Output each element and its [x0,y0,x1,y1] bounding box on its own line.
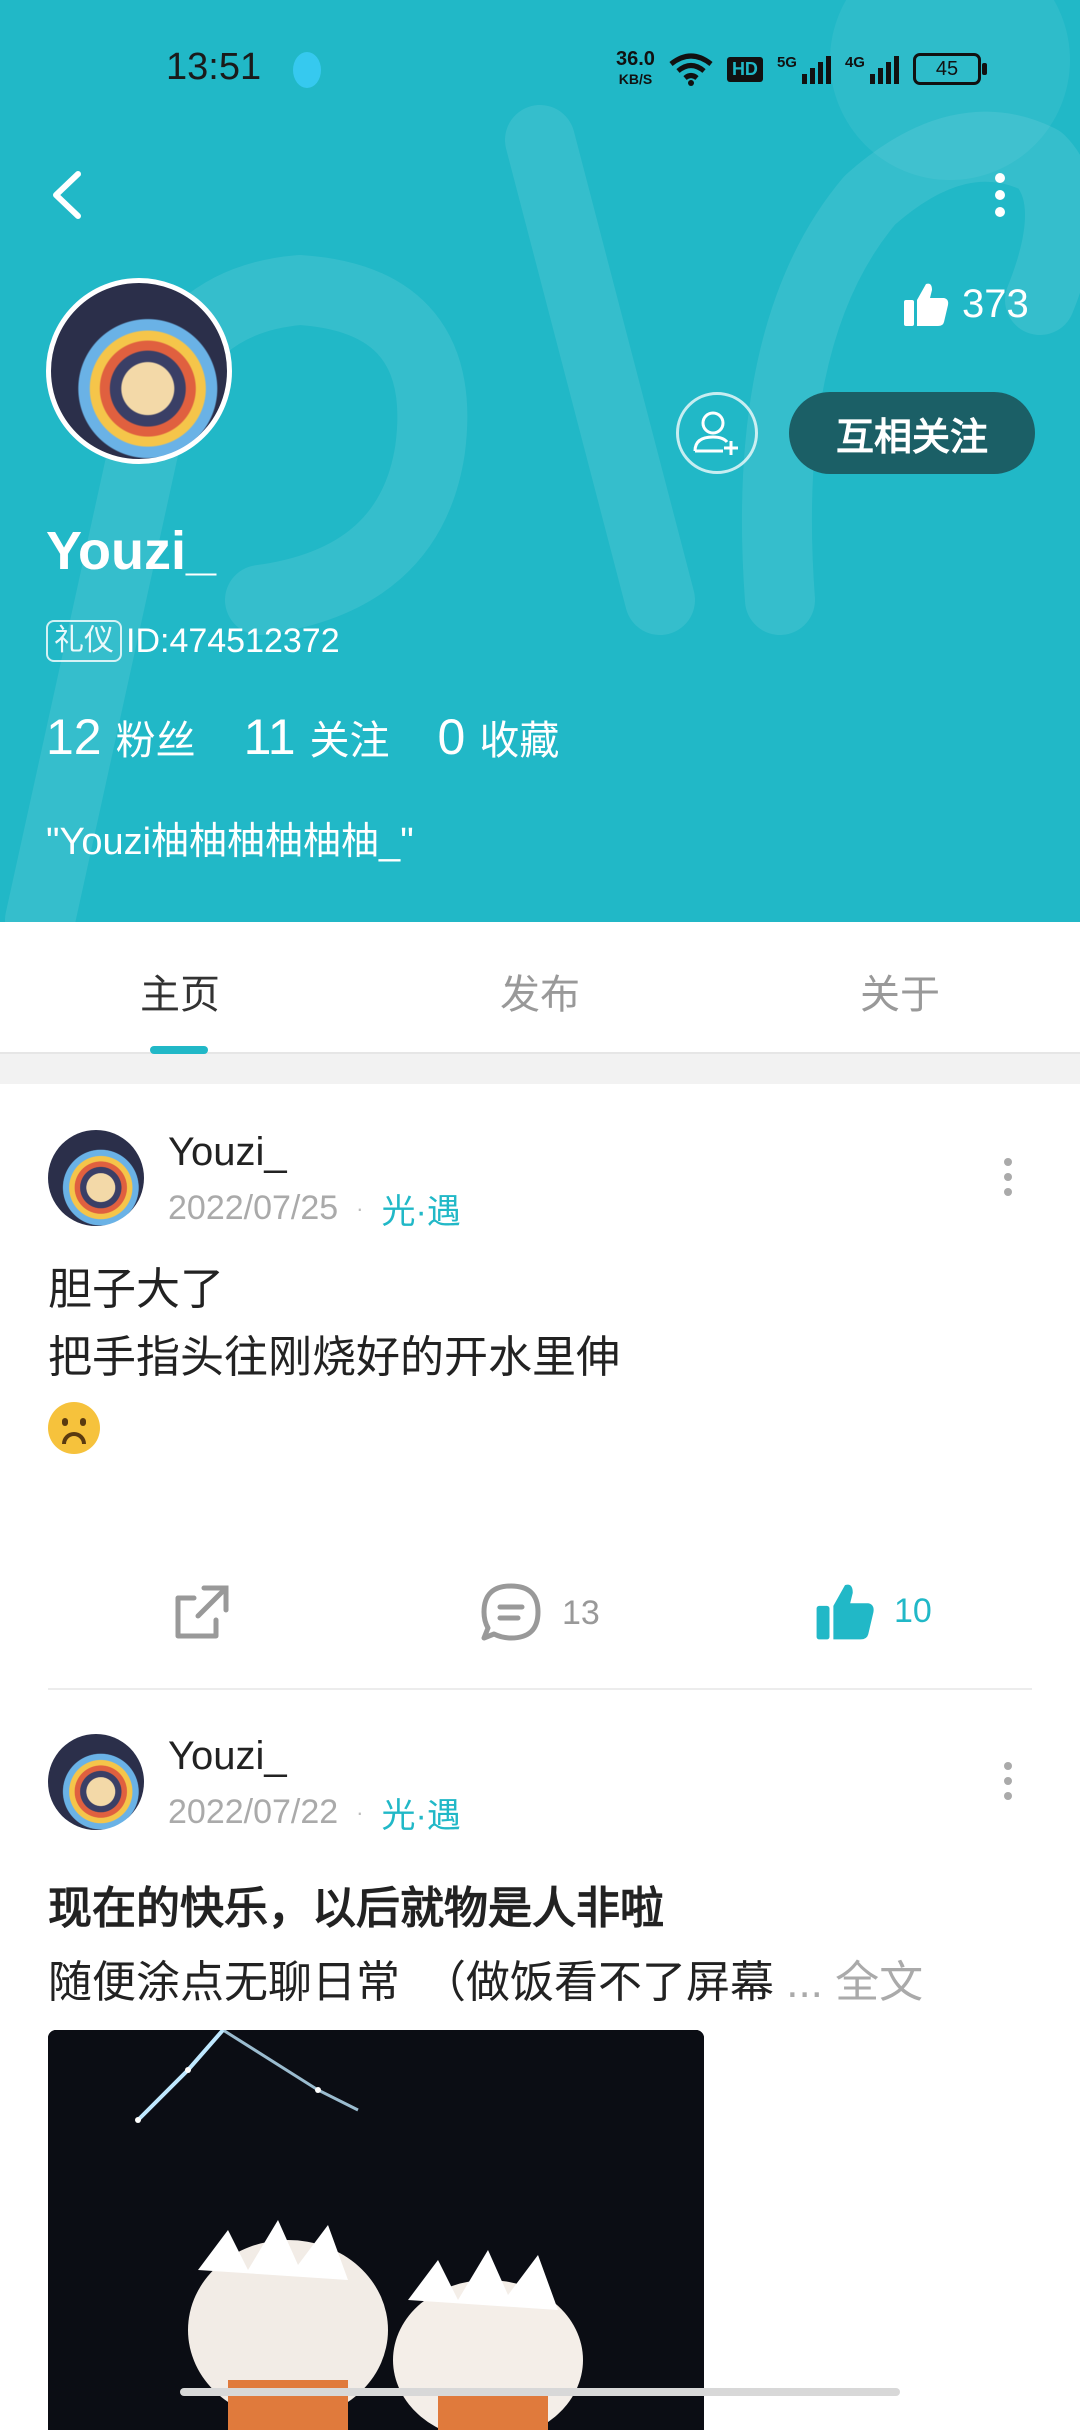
profile-id: ID:474512372 [126,621,340,660]
likes-count: 373 [962,281,1029,326]
share-button[interactable] [170,1580,234,1644]
signal-4g-label: 4G [844,54,865,71]
signal-5g-icon: 5G [777,54,831,84]
post-content: 胆子大了 把手指头往刚烧好的开水里伸 [48,1256,620,1460]
battery-icon: 45 [912,53,987,85]
post-author-name[interactable]: Youzi_ [168,1130,287,1175]
chevron-left-icon[interactable] [40,160,96,230]
like-count: 10 [894,1591,932,1630]
post-body-text: 随便涂点无聊日常 （做饭看不了屏幕 [48,1958,774,2007]
post-circle-link[interactable]: 光·遇 [382,1788,461,1837]
bottom-scroll-indicator [180,2388,900,2396]
stat-fans[interactable]: 12 粉丝 [46,708,196,766]
hd-badge: HD [726,56,763,82]
post-title: 现在的快乐，以后就物是人非啦 [48,1884,664,1933]
post-actions: 13 10 [0,1570,1080,1660]
post-author-name[interactable]: Youzi_ [168,1734,287,1779]
post-meta: 2022/07/22 · 光·遇 [168,1788,461,1837]
like-button[interactable]: 10 [814,1580,932,1642]
comment-button[interactable]: 13 [478,1580,600,1646]
add-user-icon [693,411,738,455]
notification-bubble-icon [293,52,321,88]
status-time: 13:51 [166,46,262,88]
profile-username: Youzi_ [46,521,217,581]
post-card[interactable]: Youzi_ 2022/07/25 · 光·遇 胆子大了 把手指头往刚烧好的开水… [0,1100,1080,1690]
profile-tabs: 主页 发布 关于 [0,922,1080,1054]
net-speed-value: 36.0 [616,48,655,70]
signal-4g-icon: 4G [845,54,899,84]
profile-signature: "Youzi柚柚柚柚柚柚_" [46,821,414,863]
post-meta-separator: · [356,1799,364,1825]
thumbs-up-icon [904,283,949,326]
tab-home[interactable]: 主页 [100,962,260,1020]
stat-following[interactable]: 11 关注 [244,708,390,766]
profile-likes: 373 [902,280,1029,328]
post-line: 胆子大了 [48,1265,224,1314]
stat-following-label: 关注 [309,719,390,763]
net-speed-unit: KB/S [618,71,653,87]
profile-id-row: 礼仪 ID:474512372 [46,620,340,662]
battery-level: 45 [935,57,959,80]
post-image-art [48,2030,704,2430]
stat-fans-label: 粉丝 [115,719,196,763]
frowning-face-emoji [48,1392,620,1460]
post-body: 随便涂点无聊日常 （做饭看不了屏幕 ... 全文 [48,1946,1038,2010]
profile-header: 13:51 36.0 KB/S HD 5G 4G 45 373 互相关注 You… [0,0,1080,922]
stat-favorites-label: 收藏 [479,719,560,763]
read-more-link[interactable]: ... 全文 [786,1958,923,2007]
post-card[interactable]: Youzi_ 2022/07/22 · 光·遇 现在的快乐，以后就物是人非啦 随… [0,1704,1080,2430]
post-meta-separator: · [356,1195,364,1221]
section-divider [0,1054,1080,1084]
more-vertical-icon[interactable] [992,1756,1024,1806]
post-divider [48,1688,1032,1690]
net-speed: 36.0 KB/S [616,49,655,89]
tab-active-indicator [150,1046,208,1054]
share-icon [175,1585,229,1639]
post-meta: 2022/07/25 · 光·遇 [168,1184,461,1233]
thumbs-up-icon [816,1584,874,1640]
stat-favorites-num: 0 [437,709,466,765]
wifi-icon [669,53,713,86]
status-indicators: 36.0 KB/S HD 5G 4G 45 [616,44,987,94]
mutual-follow-button[interactable]: 互相关注 [789,392,1035,474]
post-date: 2022/07/22 [168,1793,339,1831]
more-vertical-icon[interactable] [980,160,1020,230]
signal-5g-label: 5G [776,54,797,71]
profile-avatar[interactable] [46,278,232,464]
more-vertical-icon[interactable] [992,1152,1024,1202]
add-friend-button[interactable] [676,392,758,474]
comment-icon [481,1583,541,1641]
post-circle-link[interactable]: 光·遇 [382,1184,461,1233]
stat-fans-num: 12 [46,709,102,765]
stat-following-num: 11 [243,709,296,765]
post-image[interactable] [48,2030,704,2430]
profile-tag-badge: 礼仪 [46,620,122,662]
tab-posts[interactable]: 发布 [460,962,620,1020]
post-author-avatar[interactable] [48,1130,144,1226]
status-bar: 13:51 36.0 KB/S HD 5G 4G 45 [0,0,1080,140]
profile-stats: 12 粉丝 11 关注 0 收藏 [46,708,559,766]
comment-count: 13 [562,1593,600,1632]
post-author-avatar[interactable] [48,1734,144,1830]
post-line: 把手指头往刚烧好的开水里伸 [48,1333,620,1382]
stat-favorites[interactable]: 0 收藏 [438,708,560,766]
tab-about[interactable]: 关于 [820,962,980,1020]
post-date: 2022/07/25 [168,1189,339,1227]
